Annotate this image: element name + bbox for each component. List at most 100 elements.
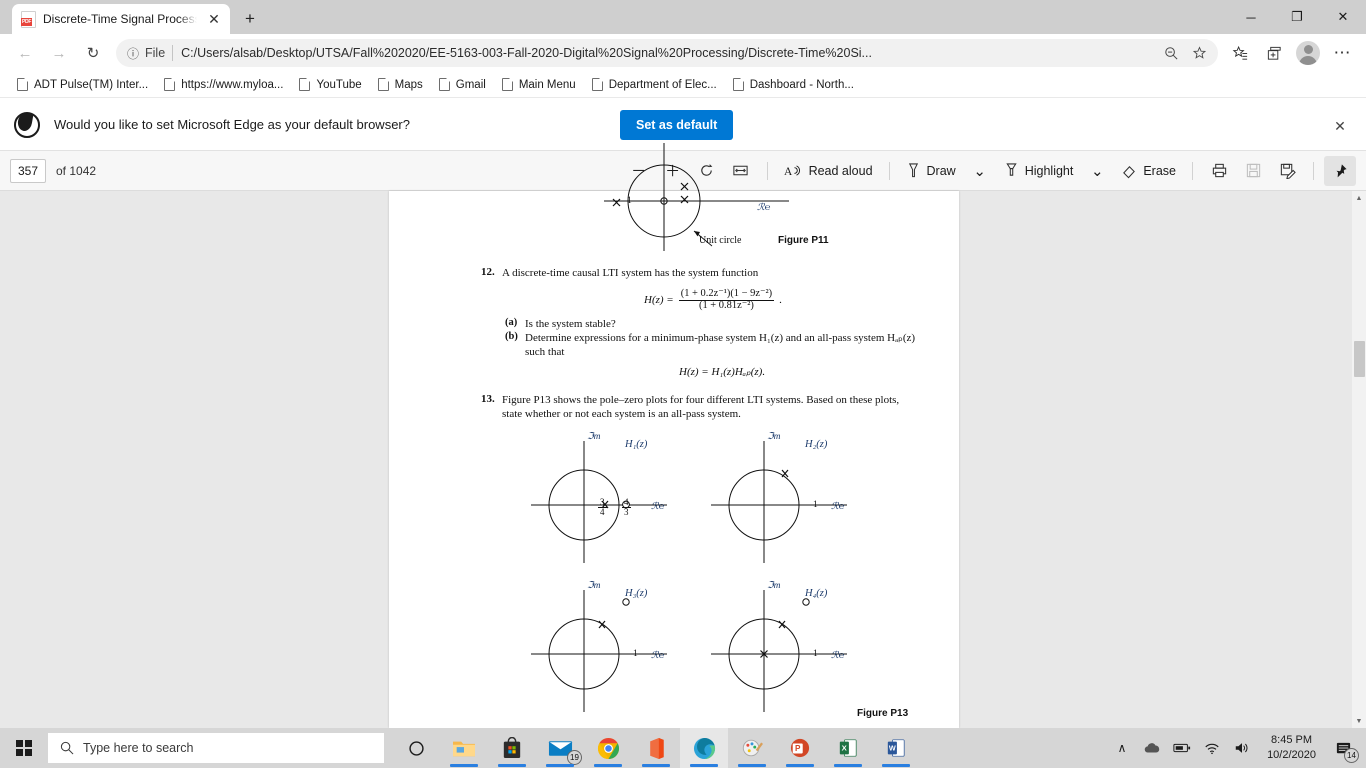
erase-button[interactable]: Erase	[1115, 156, 1182, 186]
problem-12-equation: H(z) = (1 + 0.2z⁻¹)(1 − 9z⁻²) (1 + 0.81z…	[644, 288, 782, 312]
word-icon[interactable]: W	[872, 728, 920, 768]
pdf-file-icon	[21, 10, 36, 28]
taskbar-app-icons: 19 P X W	[392, 728, 920, 768]
divider	[888, 161, 890, 180]
favorites-hub-icon[interactable]	[1224, 38, 1256, 68]
scroll-down-icon[interactable]: ▼	[1352, 714, 1366, 728]
page-icon	[591, 78, 603, 91]
show-hidden-icons-chevron[interactable]: ∧	[1107, 728, 1137, 768]
restore-button[interactable]: ❐	[1274, 0, 1320, 34]
address-bar[interactable]: ⓘ File C:/Users/alsab/Desktop/UTSA/Fall%…	[116, 39, 1218, 67]
plot-h1-im-label: ℑm	[587, 432, 601, 442]
bookmark-item[interactable]: Main Menu	[495, 75, 583, 94]
bookmark-item[interactable]: https://www.myloa...	[157, 75, 290, 94]
problem-13-text-line2: state whether or not each system is an a…	[502, 408, 741, 420]
plot-h2-re-label: ℛ℮	[831, 502, 845, 512]
highlight-button[interactable]: Highlight	[998, 156, 1080, 186]
volume-icon[interactable]	[1227, 728, 1257, 768]
plot-h2-title: H₂(z)	[805, 439, 828, 450]
cortana-icon[interactable]	[392, 728, 440, 768]
back-icon[interactable]: ←	[8, 38, 42, 68]
bookmark-item[interactable]: YouTube	[292, 75, 368, 94]
edge-logo-icon	[14, 111, 40, 138]
profile-avatar-icon[interactable]	[1292, 38, 1324, 68]
pdf-viewer-area[interactable]: 1 ℛ℮ Unit circle Figure P11 12. A discre…	[0, 143, 1366, 728]
problem-12b-text: Determine expressions for a minimum-phas…	[525, 332, 916, 344]
browser-tab-active[interactable]: Discrete-Time Signal Processing ✕	[12, 4, 230, 34]
plot-h3-tick-1: 1	[633, 649, 638, 659]
scroll-up-icon[interactable]: ▲	[1352, 191, 1366, 205]
new-tab-button[interactable]: +	[240, 9, 260, 29]
figure-p11-tick-label: 1	[627, 196, 632, 206]
pole-zero-plot-h3	[531, 590, 667, 712]
page-icon	[377, 78, 389, 91]
chevron-down-icon[interactable]: ⌄	[964, 156, 996, 186]
problem-12b-equation: H(z) = H₁(z)Hₐₚ(z).	[679, 366, 766, 378]
notification-center-icon[interactable]: 14	[1326, 728, 1360, 768]
address-bar-actions	[1158, 41, 1212, 65]
bookmark-item[interactable]: Maps	[371, 75, 430, 94]
browser-toolbar-actions: ⋯	[1224, 38, 1358, 68]
system-tray: ∧ 8:45 PM 10/2/2020 14	[1107, 728, 1366, 768]
minimize-button[interactable]: ─	[1228, 0, 1274, 34]
excel-icon[interactable]: X	[824, 728, 872, 768]
save-icon[interactable]	[1237, 156, 1269, 186]
file-explorer-icon[interactable]	[440, 728, 488, 768]
wifi-icon[interactable]	[1197, 728, 1227, 768]
site-info-icon[interactable]: ⓘ	[122, 42, 144, 64]
url-text[interactable]: C:/Users/alsab/Desktop/UTSA/Fall%202020/…	[173, 46, 1158, 60]
start-button[interactable]	[0, 728, 48, 768]
figure-p11-re-label: ℛ℮	[757, 203, 771, 213]
office-icon[interactable]	[632, 728, 680, 768]
collections-icon[interactable]	[1258, 38, 1290, 68]
settings-and-more-icon[interactable]: ⋯	[1326, 38, 1358, 68]
svg-text:X: X	[842, 744, 848, 753]
plot-h4-tick-1: 1	[813, 649, 818, 659]
taskbar-clock[interactable]: 8:45 PM 10/2/2020	[1257, 733, 1326, 763]
chevron-down-icon[interactable]: ⌄	[1081, 156, 1113, 186]
print-icon[interactable]	[1203, 156, 1235, 186]
paint-icon[interactable]	[728, 728, 776, 768]
figure-p11-caption: Figure P11	[778, 235, 829, 246]
battery-icon[interactable]	[1167, 728, 1197, 768]
scrollbar-thumb[interactable]	[1354, 341, 1365, 377]
onedrive-icon[interactable]	[1137, 728, 1167, 768]
close-icon[interactable]: ✕	[1330, 116, 1350, 136]
add-favorite-star-icon[interactable]	[1186, 41, 1212, 65]
problem-12b-label: (b)	[505, 331, 518, 342]
powerpoint-icon[interactable]: P	[776, 728, 824, 768]
clock-date: 10/2/2020	[1267, 749, 1316, 761]
draw-button[interactable]: Draw	[900, 156, 962, 186]
microsoft-store-icon[interactable]	[488, 728, 536, 768]
figure-p13-caption: Figure P13	[857, 708, 909, 719]
close-icon[interactable]: ✕	[204, 9, 224, 29]
bookmark-item[interactable]: Gmail	[432, 75, 493, 94]
set-as-default-button[interactable]: Set as default	[620, 109, 734, 140]
bookmark-label: Dashboard - North...	[749, 78, 854, 91]
equation-period: .	[779, 294, 782, 307]
desktop-screen: Discrete-Time Signal Processing ✕ + ─ ❐ …	[0, 0, 1366, 768]
window-controls: ─ ❐ ✕	[1228, 0, 1366, 34]
bookmark-item[interactable]: Dashboard - North...	[726, 75, 861, 94]
google-chrome-icon[interactable]	[584, 728, 632, 768]
figure-p11-unit-circle-label: Unit circle	[699, 235, 742, 246]
viewer-scrollbar[interactable]: ▲ ▼	[1352, 191, 1366, 728]
divider	[1313, 161, 1314, 180]
page-icon	[299, 78, 311, 91]
pin-icon[interactable]	[1324, 155, 1356, 186]
page-icon	[438, 78, 450, 91]
forward-icon[interactable]: →	[42, 38, 76, 68]
plot-h2-im-label: ℑm	[767, 432, 781, 442]
mail-icon[interactable]: 19	[536, 728, 584, 768]
close-window-button[interactable]: ✕	[1320, 0, 1366, 34]
reload-icon[interactable]: ↻	[76, 38, 110, 68]
bookmark-item[interactable]: ADT Pulse(TM) Inter...	[10, 75, 155, 94]
save-as-icon[interactable]	[1271, 156, 1303, 186]
plot-h4-re-label: ℛ℮	[831, 651, 845, 661]
zoom-out-icon[interactable]	[1158, 41, 1184, 65]
microsoft-edge-icon[interactable]	[680, 728, 728, 768]
page-number-input[interactable]: 357	[10, 158, 46, 183]
taskbar-search-box[interactable]: Type here to search	[48, 733, 384, 763]
bookmark-item[interactable]: Department of Elec...	[585, 75, 724, 94]
erase-label: Erase	[1143, 163, 1176, 178]
